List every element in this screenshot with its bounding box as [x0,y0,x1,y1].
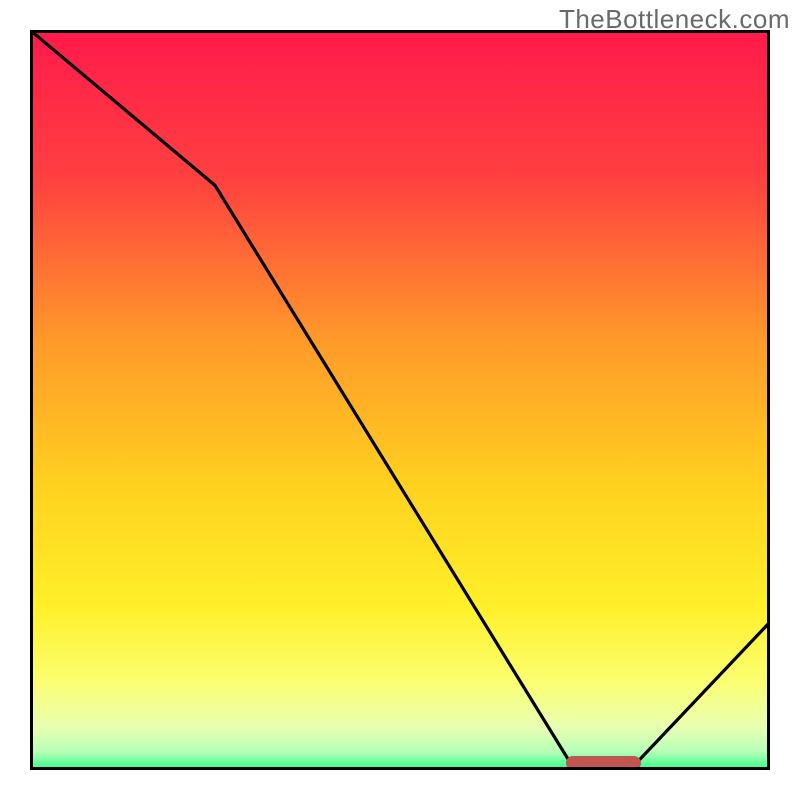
bottleneck-curve [30,30,770,770]
optimal-range-marker [566,756,641,770]
chart-frame: TheBottleneck.com [0,0,800,800]
plot-area [30,30,770,770]
